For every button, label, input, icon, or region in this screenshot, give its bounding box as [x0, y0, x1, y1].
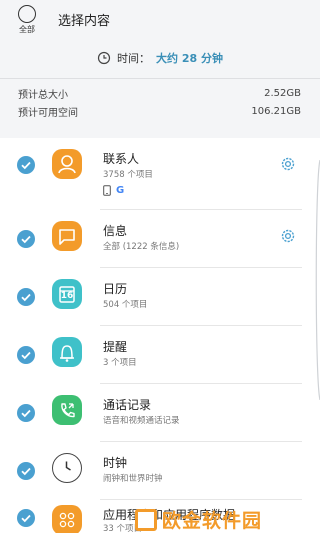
- call-log-icon: [52, 395, 82, 425]
- google-icon: G: [116, 185, 125, 196]
- item-subtitle: 语音和视频通话记录: [103, 416, 180, 426]
- time-label: 时间：: [117, 52, 151, 65]
- item-title: 时钟: [103, 456, 128, 470]
- list-item-contacts[interactable]: 联系人 3758 个项目 G: [0, 138, 320, 210]
- messages-icon: [52, 221, 82, 251]
- item-title: 通话记录: [103, 398, 152, 412]
- clock-icon: [52, 453, 82, 483]
- watermark-text: 欧金软件园: [162, 510, 263, 532]
- select-all-checkbox[interactable]: [18, 5, 36, 23]
- list-item-calendar[interactable]: 16 日历 504 个项目: [0, 268, 320, 326]
- time-estimate: 时间： 大约 28 分钟: [0, 42, 320, 74]
- page-title: 选择内容: [58, 14, 111, 29]
- stat-value: 2.52GB: [264, 87, 301, 99]
- gear-icon[interactable]: [279, 155, 297, 173]
- checkbox-apps[interactable]: [17, 509, 35, 527]
- item-title: 信息: [103, 224, 128, 238]
- content-list: 联系人 3758 个项目 G 信息 全部 (1222 条信息) 16 日历 50…: [0, 138, 320, 533]
- item-title: 联系人: [103, 152, 140, 166]
- stat-value: 106.21GB: [251, 105, 301, 117]
- calendar-icon: 16: [52, 279, 82, 309]
- checkbox-calendar[interactable]: [17, 288, 35, 306]
- checkbox-reminder[interactable]: [17, 346, 35, 364]
- reminder-icon: [52, 337, 82, 367]
- item-subtitle: 504 个项目: [103, 300, 148, 310]
- list-item-call-log[interactable]: 通话记录 语音和视频通话记录: [0, 384, 320, 442]
- select-all-label: 全部: [19, 25, 35, 34]
- contact-sources: G: [103, 185, 124, 196]
- watermark: 欧金软件园: [135, 506, 320, 533]
- checkbox-messages[interactable]: [17, 230, 35, 248]
- item-subtitle: 全部 (1222 条信息): [103, 242, 180, 252]
- phone-icon: [103, 185, 111, 196]
- item-subtitle: 3758 个项目: [103, 170, 153, 180]
- scroll-edge-indicator: [315, 160, 320, 400]
- divider: [0, 78, 320, 79]
- item-subtitle: 闹钟和世界时钟: [103, 474, 163, 484]
- checkbox-clock[interactable]: [17, 462, 35, 480]
- stat-free-space: 预计可用空间 106.21GB: [18, 102, 301, 120]
- clock-small-icon: [97, 51, 111, 65]
- list-item-reminder[interactable]: 提醒 3 个项目: [0, 326, 320, 384]
- contacts-icon: [52, 149, 82, 179]
- select-all-toggle[interactable]: 全部: [12, 5, 42, 35]
- apps-icon: [52, 505, 82, 533]
- checkbox-call-log[interactable]: [17, 404, 35, 422]
- item-title: 提醒: [103, 340, 128, 354]
- stat-label: 预计总大小: [18, 89, 68, 101]
- time-value: 大约 28 分钟: [156, 52, 223, 65]
- stat-label: 预计可用空间: [18, 107, 78, 119]
- item-title: 日历: [103, 282, 128, 296]
- item-subtitle: 3 个项目: [103, 358, 137, 368]
- list-item-messages[interactable]: 信息 全部 (1222 条信息): [0, 210, 320, 268]
- header-bar: 全部 选择内容: [0, 0, 320, 36]
- stat-total-size: 预计总大小 2.52GB: [18, 84, 301, 102]
- calendar-date: 16: [60, 291, 74, 301]
- watermark-logo: [135, 508, 157, 531]
- list-item-clock[interactable]: 时钟 闹钟和世界时钟: [0, 442, 320, 500]
- gear-icon[interactable]: [279, 227, 297, 245]
- checkbox-contacts[interactable]: [17, 156, 35, 174]
